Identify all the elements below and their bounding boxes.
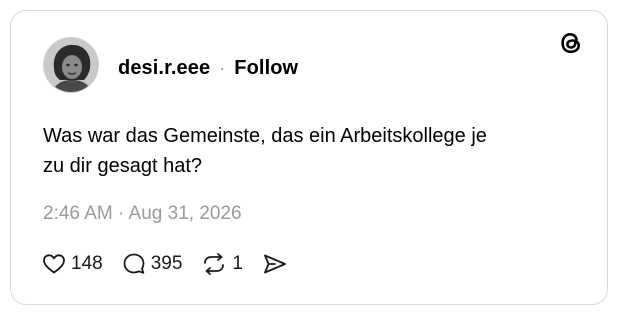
repost-icon bbox=[204, 253, 225, 275]
avatar-photo bbox=[44, 38, 98, 92]
post-timestamp[interactable]: 2:46 AM · Aug 31, 2026 bbox=[43, 203, 242, 225]
threads-logo-icon[interactable] bbox=[557, 29, 585, 57]
heart-icon bbox=[43, 254, 65, 274]
follow-button[interactable]: Follow bbox=[234, 57, 298, 80]
post-text-line: Was war das Gemeinste, das ein Arbeitsko… bbox=[43, 125, 487, 147]
action-bar: 148 395 1 bbox=[41, 249, 293, 279]
reply-count: 395 bbox=[150, 253, 183, 274]
send-icon bbox=[264, 254, 286, 274]
username-link[interactable]: desi.r.eee bbox=[118, 57, 210, 80]
like-button[interactable]: 148 bbox=[41, 251, 103, 277]
reply-button[interactable]: 395 bbox=[121, 251, 183, 277]
separator-dot: · bbox=[219, 57, 226, 78]
share-button[interactable] bbox=[261, 251, 293, 277]
repost-count: 1 bbox=[232, 253, 243, 274]
avatar[interactable] bbox=[43, 37, 99, 93]
comment-bubble-icon bbox=[123, 253, 145, 274]
post-text: Was war das Gemeinste, das ein Arbeitsko… bbox=[43, 121, 563, 181]
repost-button[interactable]: 1 bbox=[200, 251, 243, 277]
post-text-line: zu dir gesagt hat? bbox=[43, 155, 202, 177]
post-card: desi.r.eee · Follow Was war das Gemeinst… bbox=[10, 10, 608, 305]
like-count: 148 bbox=[71, 253, 103, 274]
post-header: desi.r.eee · Follow bbox=[118, 56, 298, 80]
